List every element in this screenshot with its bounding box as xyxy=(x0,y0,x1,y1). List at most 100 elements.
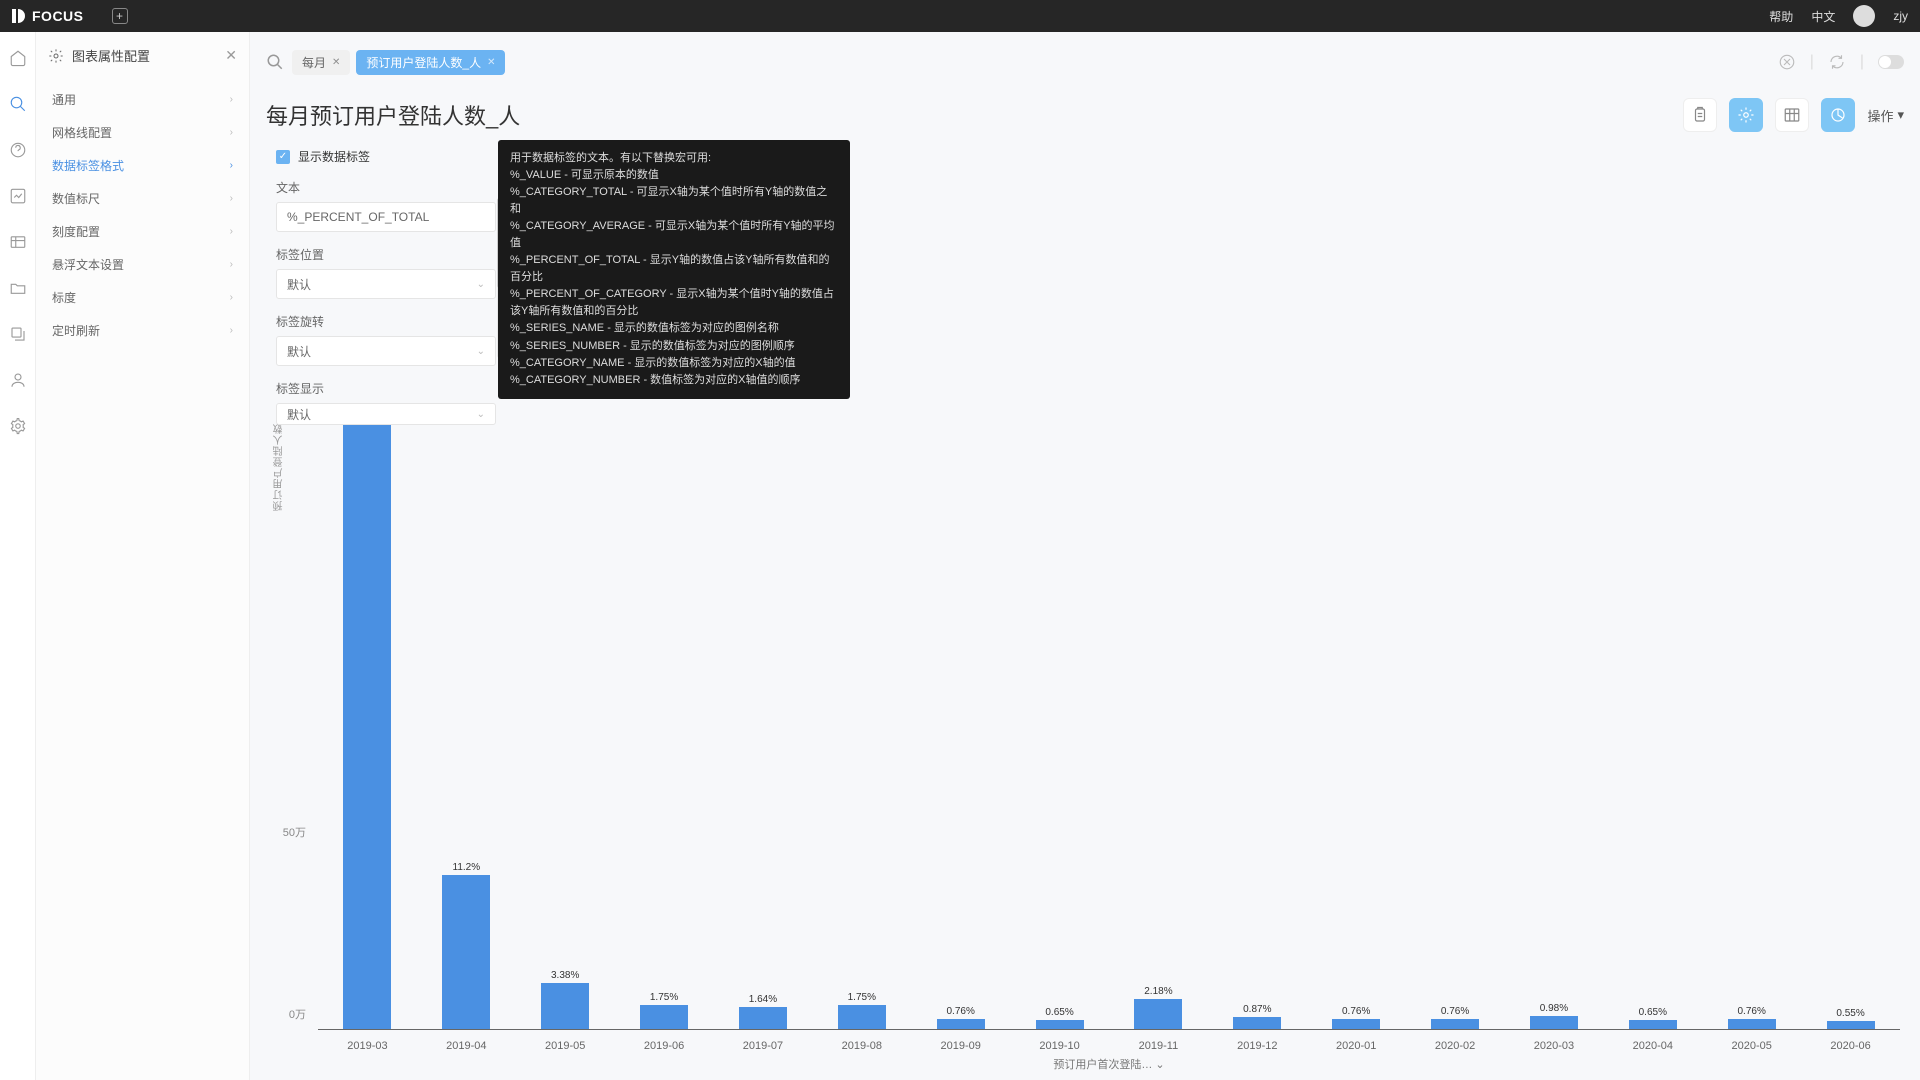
search-icon[interactable] xyxy=(266,53,284,71)
avatar[interactable] xyxy=(1853,5,1875,27)
chip-close-icon[interactable]: ✕ xyxy=(332,57,340,68)
bar-col[interactable]: 0.76% xyxy=(1702,412,1801,1029)
bar-col[interactable]: 1.64% xyxy=(714,412,813,1029)
chevron-down-icon: ▾ xyxy=(1897,107,1904,123)
bar-col[interactable]: 0.87% xyxy=(1208,412,1307,1029)
chart-type-button[interactable] xyxy=(1821,98,1855,132)
bar-col[interactable]: 0.98% xyxy=(1505,412,1604,1029)
pos-label: 标签位置 xyxy=(276,246,496,263)
tooltip-line: %_CATEGORY_NUMBER - 数值标签为对应的X轴值的顺序 xyxy=(510,372,838,389)
chevron-right-icon: › xyxy=(230,160,233,171)
panel-item-datalabel[interactable]: 数据标签格式› xyxy=(36,149,249,182)
bar-col[interactable]: 0.76% xyxy=(1406,412,1505,1029)
ops-dropdown[interactable]: 操作▾ xyxy=(1867,106,1904,125)
logo-icon xyxy=(12,9,26,23)
bar-col[interactable]: 0.65% xyxy=(1010,412,1109,1029)
user-icon[interactable] xyxy=(8,370,28,390)
x-tick: 2020-04 xyxy=(1603,1040,1702,1052)
select-value: 默认 xyxy=(287,276,311,293)
bar-percent-label: 0.65% xyxy=(1639,1007,1667,1018)
x-tick: 2019-07 xyxy=(714,1040,813,1052)
bar-col[interactable]: 11.2% xyxy=(417,412,516,1029)
top-header: FOCUS + 帮助 中文 zjy xyxy=(0,0,1920,32)
folder-icon[interactable] xyxy=(8,278,28,298)
x-tick: 2019-05 xyxy=(516,1040,615,1052)
x-tick: 2019-03 xyxy=(318,1040,417,1052)
title-row: 每月预订用户登陆人数_人 操作▾ xyxy=(266,98,1904,132)
bar-col[interactable] xyxy=(318,412,417,1029)
table-icon[interactable] xyxy=(8,232,28,252)
app-name: FOCUS xyxy=(32,8,84,24)
show-label-checkbox-row[interactable]: ✓ 显示数据标签 xyxy=(276,148,496,165)
bar-col[interactable]: 3.38% xyxy=(516,412,615,1029)
tooltip-line: %_CATEGORY_AVERAGE - 可显示X轴为某个值时所有Y轴的平均值 xyxy=(510,218,838,252)
bar-percent-label: 2.18% xyxy=(1144,986,1172,997)
home-icon[interactable] xyxy=(8,48,28,68)
panel-close-icon[interactable]: ✕ xyxy=(225,47,237,64)
bar-rect xyxy=(1530,1016,1578,1029)
table-button[interactable] xyxy=(1775,98,1809,132)
bar-rect xyxy=(937,1019,985,1029)
chevron-right-icon: › xyxy=(230,292,233,303)
settings-icon[interactable] xyxy=(8,416,28,436)
add-tab-button[interactable]: + xyxy=(112,8,128,24)
panel-item-scale[interactable]: 标度 › xyxy=(36,281,249,314)
bar-col[interactable]: 1.75% xyxy=(812,412,911,1029)
bar-rect xyxy=(739,1007,787,1029)
panel-item-general[interactable]: 通用› xyxy=(36,83,249,116)
bar-rect xyxy=(1431,1019,1479,1029)
layers-icon[interactable] xyxy=(8,324,28,344)
help-link[interactable]: 帮助 xyxy=(1769,8,1793,25)
bar-percent-label: 11.2% xyxy=(453,862,481,873)
user-name: zjy xyxy=(1893,9,1908,23)
rot-select[interactable]: 默认⌄ xyxy=(276,336,496,366)
refresh-icon[interactable] xyxy=(1828,53,1846,71)
input-value: %_PERCENT_OF_TOTAL xyxy=(287,210,429,224)
clear-icon[interactable] xyxy=(1778,53,1796,71)
config-button[interactable] xyxy=(1729,98,1763,132)
show2-label: 标签显示 xyxy=(276,380,496,397)
lang-link[interactable]: 中文 xyxy=(1811,8,1835,25)
panel-item-hover[interactable]: 悬浮文本设置› xyxy=(36,248,249,281)
form-row: 标签位置 默认⌄ xyxy=(276,246,496,299)
chip-metric[interactable]: 预订用户登陆人数_人✕ xyxy=(356,50,505,75)
chip-monthly[interactable]: 每月✕ xyxy=(292,50,350,75)
ops-label: 操作 xyxy=(1867,106,1893,125)
panel-item-valuescale[interactable]: 数值标尺› xyxy=(36,182,249,215)
gear-icon xyxy=(48,48,64,64)
bar-rect xyxy=(838,1005,886,1029)
search-icon[interactable] xyxy=(8,94,28,114)
x-tick: 2019-10 xyxy=(1010,1040,1109,1052)
bar-col[interactable]: 2.18% xyxy=(1109,412,1208,1029)
panel-item-label: 标度 xyxy=(52,289,76,306)
logo: FOCUS xyxy=(12,8,84,24)
help-icon[interactable] xyxy=(8,140,28,160)
chip-close-icon[interactable]: ✕ xyxy=(487,57,495,68)
pos-select[interactable]: 默认⌄ xyxy=(276,269,496,299)
select-value: 默认 xyxy=(287,406,311,423)
bar-col[interactable]: 0.76% xyxy=(1307,412,1406,1029)
show2-select[interactable]: 默认⌄ xyxy=(276,403,496,425)
bar-col[interactable]: 0.65% xyxy=(1603,412,1702,1029)
bar-col[interactable]: 0.76% xyxy=(911,412,1010,1029)
clipboard-button[interactable] xyxy=(1683,98,1717,132)
panel-item-refresh[interactable]: 定时刷新› xyxy=(36,314,249,347)
chevron-right-icon: › xyxy=(230,193,233,204)
bar-col[interactable]: 0.55% xyxy=(1801,412,1900,1029)
text-input[interactable]: %_PERCENT_OF_TOTAL xyxy=(276,202,496,232)
chart: 预订用户登陆人数… 0万50万 11.2%3.38%1.75%1.64%1.75… xyxy=(266,412,1900,1074)
bar-col[interactable]: 1.75% xyxy=(615,412,714,1029)
toggle[interactable] xyxy=(1878,55,1904,69)
form-panel: ✓ 显示数据标签 文本 %_PERCENT_OF_TOTAL 标签位置 默认⌄ … xyxy=(276,148,496,439)
x-tick: 2019-11 xyxy=(1109,1040,1208,1052)
chevron-down-icon[interactable]: ⌄ xyxy=(1155,1059,1164,1071)
chart-icon[interactable] xyxy=(8,186,28,206)
bar-percent-label: 0.98% xyxy=(1540,1003,1568,1014)
x-tick: 2019-09 xyxy=(911,1040,1010,1052)
panel-item-ticks[interactable]: 刻度配置› xyxy=(36,215,249,248)
title-actions: 操作▾ xyxy=(1683,98,1904,132)
panel-item-gridlines[interactable]: 网格线配置› xyxy=(36,116,249,149)
bar-percent-label: 0.76% xyxy=(1738,1006,1766,1017)
checkbox-icon[interactable]: ✓ xyxy=(276,150,290,164)
bars-container: 11.2%3.38%1.75%1.64%1.75%0.76%0.65%2.18%… xyxy=(318,412,1900,1029)
